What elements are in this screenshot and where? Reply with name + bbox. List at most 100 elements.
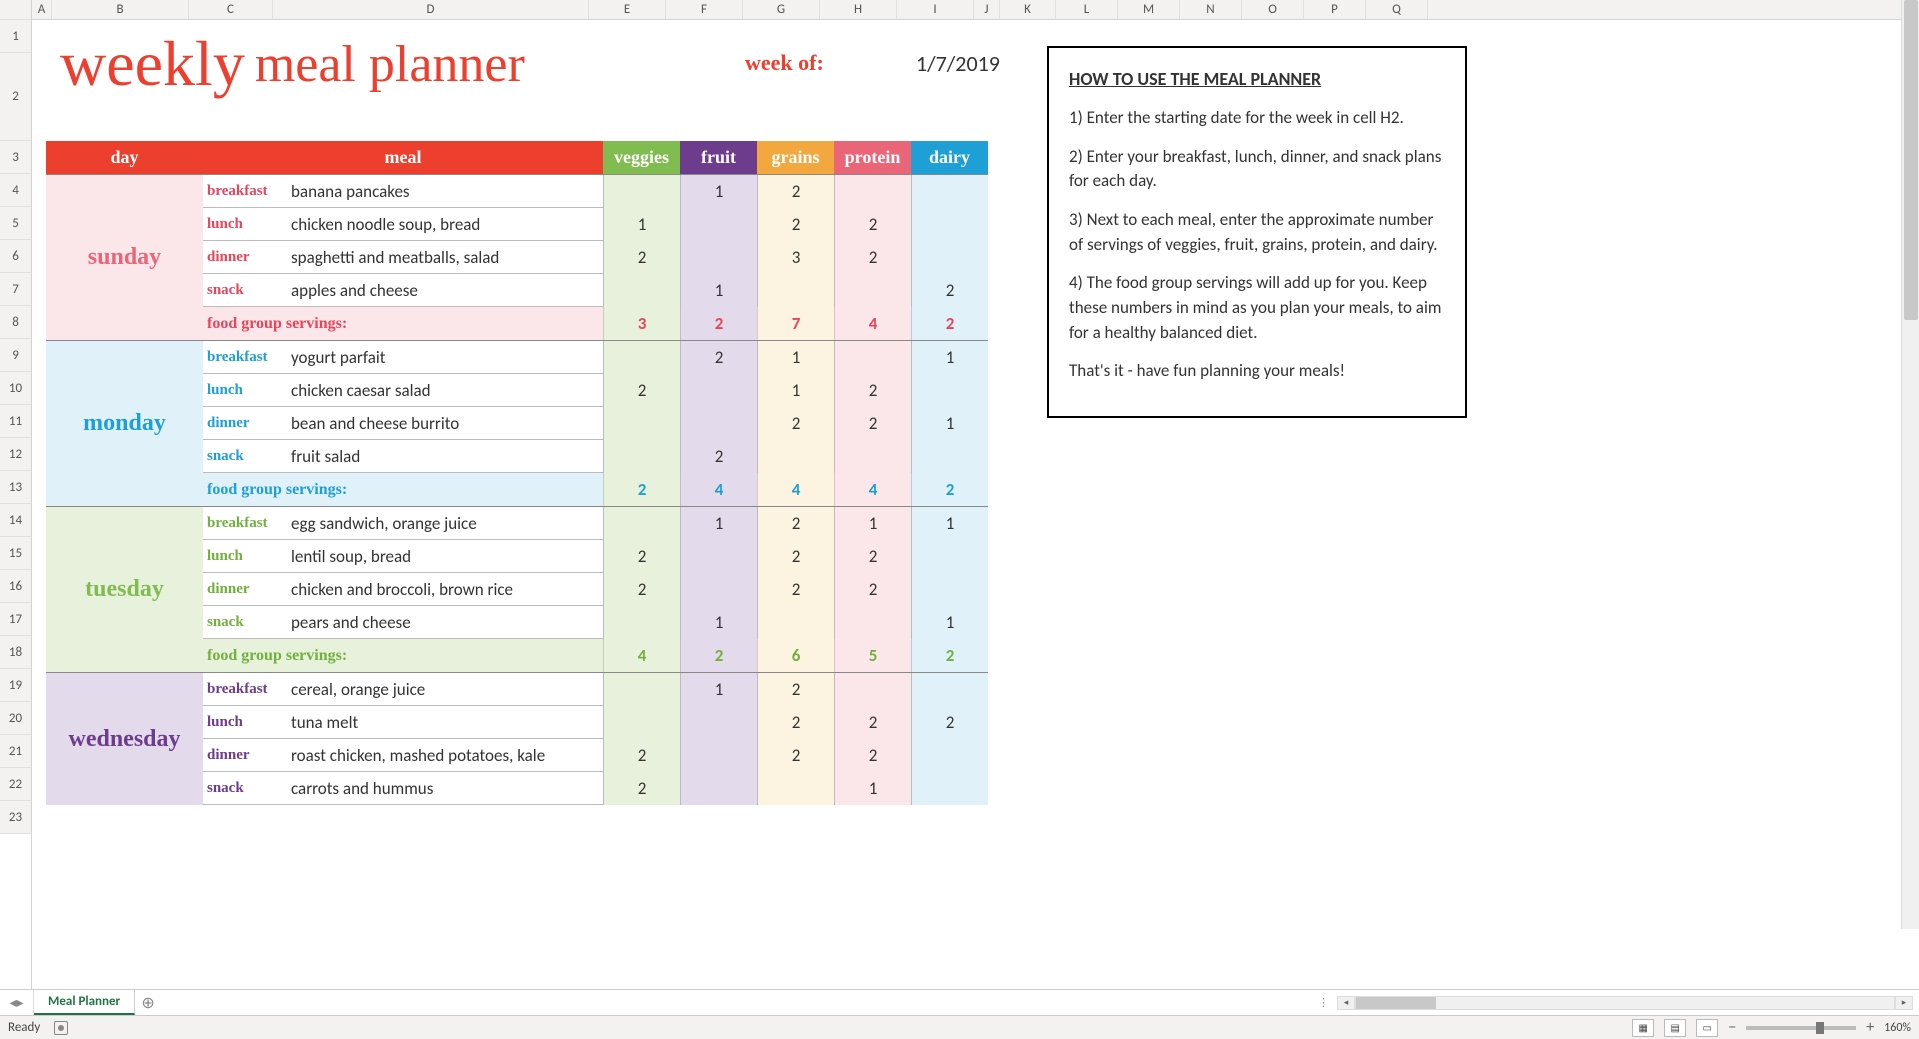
hscroll-thumb[interactable] (1356, 997, 1436, 1009)
serving-cell[interactable]: 1 (757, 341, 834, 374)
row-header-1[interactable]: 1 (0, 20, 31, 53)
serving-cell[interactable] (603, 440, 680, 473)
serving-cell[interactable]: 2 (834, 208, 911, 241)
serving-cell[interactable] (834, 606, 911, 639)
col-header-C[interactable]: C (189, 0, 273, 19)
sheet-tab-active[interactable]: Meal Planner (34, 990, 135, 1015)
hscroll-left-button[interactable]: ◂ (1337, 996, 1355, 1010)
row-header-5[interactable]: 5 (0, 207, 31, 240)
meal-text-cell[interactable]: banana pancakes (287, 181, 603, 202)
serving-cell[interactable] (680, 573, 757, 606)
row-header-17[interactable]: 17 (0, 603, 31, 636)
serving-cell[interactable] (757, 440, 834, 473)
meal-text-cell[interactable]: pears and cheese (287, 612, 603, 633)
serving-cell[interactable] (603, 175, 680, 208)
serving-cell[interactable]: 2 (757, 540, 834, 573)
row-header-19[interactable]: 19 (0, 669, 31, 702)
serving-cell[interactable] (603, 673, 680, 706)
macro-record-icon[interactable] (54, 1021, 68, 1035)
serving-cell[interactable]: 2 (757, 673, 834, 706)
serving-cell[interactable]: 2 (680, 440, 757, 473)
worksheet-grid[interactable]: weekly meal planner week of: 1/7/2019 da… (32, 20, 1919, 805)
serving-cell[interactable]: 3 (757, 241, 834, 274)
row-header-12[interactable]: 12 (0, 438, 31, 471)
view-page-break-button[interactable]: ▭ (1696, 1019, 1718, 1037)
serving-cell[interactable]: 1 (757, 374, 834, 407)
serving-cell[interactable]: 1 (911, 341, 988, 374)
col-header-G[interactable]: G (743, 0, 820, 19)
row-header-13[interactable]: 13 (0, 471, 31, 504)
meal-text-cell[interactable]: yogurt parfait (287, 347, 603, 368)
scrollbar-thumb[interactable] (1904, 0, 1918, 320)
serving-cell[interactable]: 1 (834, 772, 911, 805)
zoom-slider-knob[interactable] (1816, 1022, 1824, 1034)
serving-cell[interactable]: 2 (834, 374, 911, 407)
zoom-out-button[interactable]: − (1728, 1018, 1736, 1037)
serving-cell[interactable]: 2 (603, 739, 680, 772)
serving-cell[interactable] (911, 208, 988, 241)
zoom-in-button[interactable]: + (1866, 1018, 1874, 1037)
serving-cell[interactable] (834, 274, 911, 307)
serving-cell[interactable]: 2 (603, 374, 680, 407)
serving-cell[interactable] (757, 606, 834, 639)
serving-cell[interactable]: 2 (757, 208, 834, 241)
serving-cell[interactable] (911, 573, 988, 606)
meal-text-cell[interactable]: bean and cheese burrito (287, 413, 603, 434)
row-header-9[interactable]: 9 (0, 339, 31, 372)
meal-text-cell[interactable]: chicken noodle soup, bread (287, 214, 603, 235)
row-header-7[interactable]: 7 (0, 273, 31, 306)
zoom-level[interactable]: 160% (1884, 1021, 1911, 1035)
serving-cell[interactable] (680, 772, 757, 805)
serving-cell[interactable] (911, 540, 988, 573)
meal-text-cell[interactable]: chicken caesar salad (287, 380, 603, 401)
serving-cell[interactable] (911, 440, 988, 473)
serving-cell[interactable]: 2 (911, 274, 988, 307)
serving-cell[interactable]: 1 (603, 208, 680, 241)
serving-cell[interactable] (757, 772, 834, 805)
col-header-J[interactable]: J (974, 0, 1000, 19)
serving-cell[interactable]: 2 (834, 540, 911, 573)
serving-cell[interactable]: 2 (757, 175, 834, 208)
col-header-Q[interactable]: Q (1366, 0, 1428, 19)
row-header-8[interactable]: 8 (0, 306, 31, 339)
row-header-21[interactable]: 21 (0, 735, 31, 768)
serving-cell[interactable]: 2 (911, 706, 988, 739)
serving-cell[interactable] (603, 507, 680, 540)
vertical-scrollbar[interactable] (1901, 0, 1919, 929)
meal-text-cell[interactable]: carrots and hummus (287, 778, 603, 799)
col-header-P[interactable]: P (1304, 0, 1366, 19)
serving-cell[interactable] (603, 706, 680, 739)
row-header-16[interactable]: 16 (0, 570, 31, 603)
hscroll-split-icon[interactable]: ⋮ (1318, 996, 1329, 1009)
serving-cell[interactable]: 1 (680, 507, 757, 540)
serving-cell[interactable] (911, 739, 988, 772)
serving-cell[interactable] (757, 274, 834, 307)
serving-cell[interactable]: 2 (834, 241, 911, 274)
serving-cell[interactable] (834, 440, 911, 473)
serving-cell[interactable]: 2 (834, 573, 911, 606)
serving-cell[interactable]: 2 (757, 507, 834, 540)
col-header-O[interactable]: O (1242, 0, 1304, 19)
serving-cell[interactable] (680, 374, 757, 407)
serving-cell[interactable] (834, 673, 911, 706)
serving-cell[interactable]: 2 (757, 739, 834, 772)
serving-cell[interactable]: 2 (603, 540, 680, 573)
row-header-11[interactable]: 11 (0, 405, 31, 438)
row-header-22[interactable]: 22 (0, 768, 31, 801)
serving-cell[interactable]: 2 (603, 241, 680, 274)
col-header-F[interactable]: F (666, 0, 743, 19)
meal-text-cell[interactable]: fruit salad (287, 446, 603, 467)
zoom-slider[interactable] (1746, 1026, 1856, 1030)
serving-cell[interactable] (911, 374, 988, 407)
col-header-I[interactable]: I (897, 0, 974, 19)
serving-cell[interactable]: 2 (603, 573, 680, 606)
row-header-20[interactable]: 20 (0, 702, 31, 735)
col-header-L[interactable]: L (1056, 0, 1118, 19)
meal-text-cell[interactable]: apples and cheese (287, 280, 603, 301)
row-header-6[interactable]: 6 (0, 240, 31, 273)
meal-text-cell[interactable]: cereal, orange juice (287, 679, 603, 700)
serving-cell[interactable] (603, 274, 680, 307)
serving-cell[interactable]: 1 (680, 606, 757, 639)
select-all-corner[interactable] (0, 0, 31, 20)
serving-cell[interactable]: 2 (834, 739, 911, 772)
